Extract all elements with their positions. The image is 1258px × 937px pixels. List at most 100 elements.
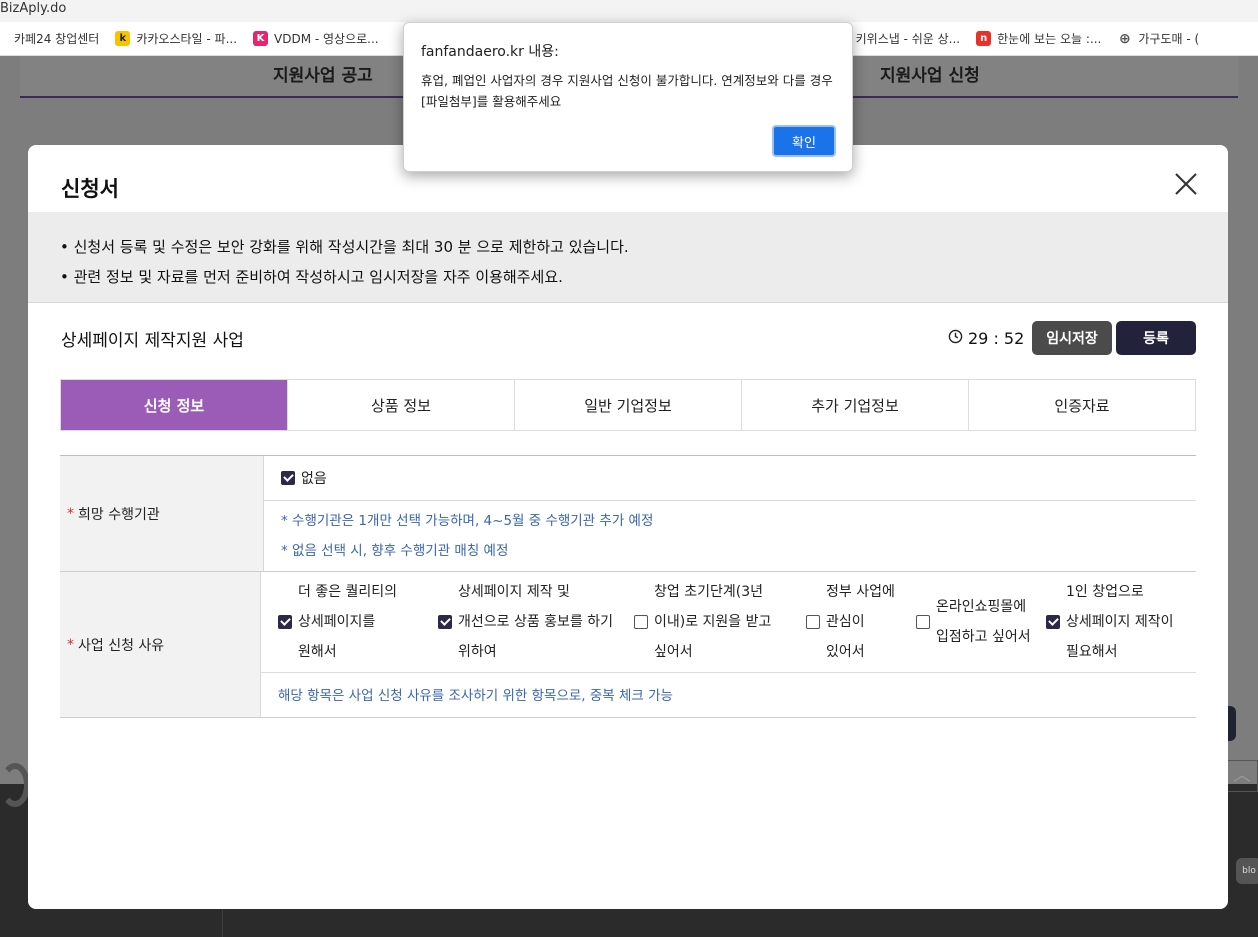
bookmark-item[interactable]: K VDDM - 영상으로... xyxy=(245,22,387,55)
globe-icon: ⊕ xyxy=(1118,30,1131,47)
application-modal: 신청서 • 신청서 등록 및 수정은 보안 강화를 위해 작성시간을 최대 30… xyxy=(28,145,1228,909)
bookmark-item[interactable]: 카페24 창업센터 xyxy=(0,22,107,55)
reason-text-line: 필요해서 xyxy=(1066,644,1118,660)
reason-checkbox[interactable] xyxy=(916,615,930,629)
modal-title: 신청서 xyxy=(61,177,119,201)
reason-text: 정부 사업에관심이있어서 xyxy=(826,577,895,667)
reason-option[interactable]: 정부 사업에관심이있어서 xyxy=(806,572,916,672)
form-tabs: 신청 정보 상품 정보 일반 기업정보 추가 기업정보 인증자료 xyxy=(60,379,1196,431)
required-mark: * xyxy=(67,636,74,653)
submit-button[interactable]: 등록 xyxy=(1116,321,1196,355)
reason-text-line: 상세페이지 제작 및 xyxy=(458,584,570,600)
agency-label: * 희망 수행기관 xyxy=(60,456,264,571)
alert-origin: fanfandaero.kr 내용: xyxy=(421,44,559,60)
agency-none-checkbox[interactable] xyxy=(281,471,295,485)
tab-support-notice[interactable]: 지원사업 공고 xyxy=(273,61,373,86)
agency-none-checkbox-line[interactable]: 없음 xyxy=(281,468,327,488)
bookmark-label: 가구도매 - ( xyxy=(1138,32,1200,46)
reason-text-line: 정부 사업에 xyxy=(826,584,895,600)
agency-body: 없음 * 수행기관은 1개만 선택 가능하며, 4~5월 중 수행기관 추가 예… xyxy=(264,456,1196,571)
reason-text-line: 1인 창업으로 xyxy=(1066,584,1144,600)
required-mark: * xyxy=(67,505,74,522)
bookmark-label: 키위스냅 - 쉬운 상... xyxy=(855,32,961,46)
close-icon[interactable] xyxy=(1173,171,1199,197)
reason-text-line: 있어서 xyxy=(826,644,865,660)
reason-checkbox[interactable] xyxy=(1046,615,1060,629)
agency-hint: * 없음 선택 시, 향후 수행기관 매칭 예정 xyxy=(281,543,509,559)
bookmark-label: 한눈에 보는 오늘 :... xyxy=(997,32,1102,46)
reason-text: 창업 초기단계(3년이내)로 지원을 받고싶어서 xyxy=(654,577,771,667)
tab-product-info[interactable]: 상품 정보 xyxy=(288,380,515,430)
application-form: * 희망 수행기관 없음 * 수행기관은 1개만 선택 가능하며, 4~5월 중 … xyxy=(60,455,1196,718)
bookmark-label: VDDM - 영상으로... xyxy=(274,32,379,46)
reason-text-line: 더 좋은 퀄리티의 xyxy=(298,584,398,600)
reason-text-line: 관심이 xyxy=(826,614,865,630)
reason-option[interactable]: 더 좋은 퀄리티의상세페이지를원해서 xyxy=(278,572,438,672)
timer-value: 29 : 52 xyxy=(968,329,1025,348)
form-row-reason: * 사업 신청 사유 더 좋은 퀄리티의상세페이지를원해서 상세페이지 제작 및개선… xyxy=(60,572,1196,718)
bookmark-item[interactable]: n 한눈에 보는 오늘 :... xyxy=(968,22,1109,55)
reason-text-line: 위하여 xyxy=(458,644,497,660)
scroll-top-button[interactable]: ︿ xyxy=(1226,760,1258,792)
reason-option-list: 더 좋은 퀄리티의상세페이지를원해서 상세페이지 제작 및개선으로 상품 홍보를 … xyxy=(261,572,1196,672)
bookmark-label: 카페24 창업센터 xyxy=(14,32,100,46)
agency-hints: * 수행기관은 1개만 선택 가능하며, 4~5월 중 수행기관 추가 예정 *… xyxy=(264,501,1196,571)
tab-certification[interactable]: 인증자료 xyxy=(969,380,1195,430)
blog-icon[interactable]: blo xyxy=(1236,858,1258,884)
reason-label: * 사업 신청 사유 xyxy=(60,572,261,717)
address-bar[interactable]: BizAply.do xyxy=(0,0,1258,22)
reason-text-line: 싶어서 xyxy=(654,644,693,660)
form-row-agency: * 희망 수행기관 없음 * 수행기관은 1개만 선택 가능하며, 4~5월 중 … xyxy=(60,456,1196,572)
tab-support-apply[interactable]: 지원사업 신청 xyxy=(880,61,980,86)
reason-text: 더 좋은 퀄리티의상세페이지를원해서 xyxy=(298,577,397,667)
alert-ok-button[interactable]: 확인 xyxy=(772,125,836,157)
bookmark-item[interactable]: ⊕ 가구도매 - ( xyxy=(1109,22,1207,55)
reason-text: 온라인쇼핑몰에입점하고 싶어서 xyxy=(936,592,1031,652)
kakaostyle-icon: k xyxy=(115,31,131,46)
reason-options: 더 좋은 퀄리티의상세페이지를원해서 상세페이지 제작 및개선으로 상품 홍보를 … xyxy=(261,572,1196,673)
agency-none-label: 없음 xyxy=(301,471,327,487)
reason-label-text: 사업 신청 사유 xyxy=(78,637,165,654)
reason-text-line: 온라인쇼핑몰에 xyxy=(936,599,1027,615)
agency-hint: * 수행기관은 1개만 선택 가능하며, 4~5월 중 수행기관 추가 예정 xyxy=(281,513,654,529)
reason-body: 더 좋은 퀄리티의상세페이지를원해서 상세페이지 제작 및개선으로 상품 홍보를 … xyxy=(261,572,1196,717)
reason-text-line: 창업 초기단계(3년 xyxy=(654,584,763,600)
alert-dialog: fanfandaero.kr 내용: 휴업, 폐업인 사업자의 경우 지원사업 … xyxy=(403,22,853,172)
reason-text-line: 개선으로 상품 홍보를 하기 xyxy=(458,614,614,630)
bookmark-label: 카카오스타일 - 파... xyxy=(136,32,238,46)
url-text: BizAply.do xyxy=(0,1,67,16)
reason-hint-cell: 해당 항목은 사업 신청 사유를 조사하기 위한 항목으로, 중복 체크 가능 xyxy=(261,673,1196,718)
reason-checkbox[interactable] xyxy=(634,615,648,629)
reason-text-line: 입점하고 싶어서 xyxy=(936,629,1031,645)
reason-text-line: 상세페이지를 xyxy=(298,614,376,630)
bookmark-item[interactable]: k 카카오스타일 - 파... xyxy=(107,22,245,55)
reason-checkbox[interactable] xyxy=(278,615,292,629)
footer-logo-icon xyxy=(0,763,30,807)
tab-general-company-info[interactable]: 일반 기업정보 xyxy=(515,380,742,430)
reason-checkbox[interactable] xyxy=(806,615,820,629)
temp-save-button[interactable]: 임시저장 xyxy=(1032,321,1112,355)
reason-option[interactable]: 온라인쇼핑몰에입점하고 싶어서 xyxy=(916,572,1046,672)
tab-additional-company-info[interactable]: 추가 기업정보 xyxy=(742,380,969,430)
clock-icon xyxy=(948,329,963,348)
vddm-icon: K xyxy=(253,31,269,46)
timer: 29 : 52 xyxy=(948,329,1024,348)
project-title: 상세페이지 제작지원 사업 xyxy=(61,331,244,351)
reason-text-line: 이내)로 지원을 받고 xyxy=(654,614,772,630)
reason-checkbox[interactable] xyxy=(438,615,452,629)
agency-label-text: 희망 수행기관 xyxy=(78,506,160,523)
n-icon: n xyxy=(976,31,992,46)
reason-hint: 해당 항목은 사업 신청 사유를 조사하기 위한 항목으로, 중복 체크 가능 xyxy=(278,687,673,704)
reason-option[interactable]: 상세페이지 제작 및개선으로 상품 홍보를 하기위하여 xyxy=(438,572,634,672)
reason-text-line: 원해서 xyxy=(298,644,337,660)
reason-option[interactable]: 창업 초기단계(3년이내)로 지원을 받고싶어서 xyxy=(634,572,806,672)
reason-text: 1인 창업으로상세페이지 제작이필요해서 xyxy=(1066,577,1174,667)
notice-line: • 신청서 등록 및 수정은 보안 강화를 위해 작성시간을 최대 30 분 으… xyxy=(60,238,629,256)
reason-option[interactable]: 1인 창업으로상세페이지 제작이필요해서 xyxy=(1046,572,1196,672)
alert-message: 휴업, 폐업인 사업자의 경우 지원사업 신청이 불가합니다. 연계정보와 다를… xyxy=(421,73,833,109)
reason-text-line: 상세페이지 제작이 xyxy=(1066,614,1174,630)
notice-line: • 관련 정보 및 자료를 먼저 준비하여 작성하시고 임시저장을 자주 이용해… xyxy=(60,268,563,286)
notice-box: • 신청서 등록 및 수정은 보안 강화를 위해 작성시간을 최대 30 분 으… xyxy=(28,212,1228,303)
reason-text: 상세페이지 제작 및개선으로 상품 홍보를 하기위하여 xyxy=(458,577,613,667)
tab-application-info[interactable]: 신청 정보 xyxy=(61,380,288,430)
